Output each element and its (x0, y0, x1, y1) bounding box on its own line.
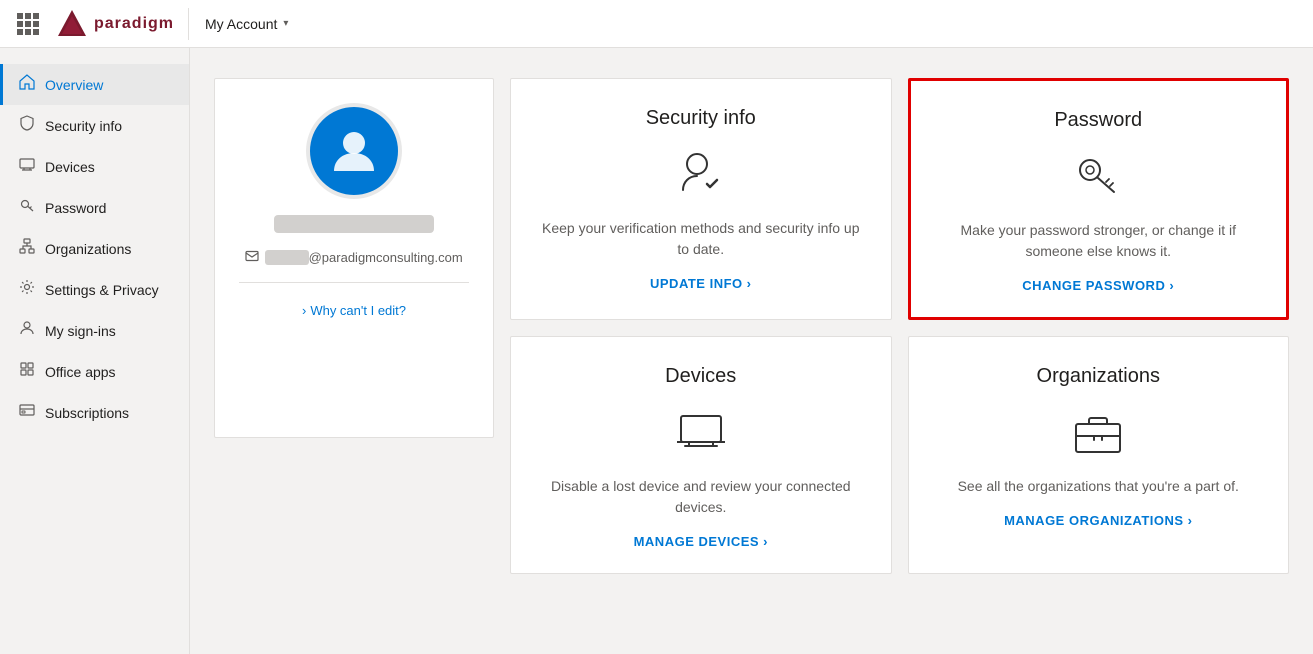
waffle-button[interactable] (12, 8, 44, 40)
sidebar-label-devices: Devices (45, 159, 95, 175)
card-password-icon-area (1070, 148, 1126, 204)
card-organizations-desc: See all the organizations that you're a … (958, 476, 1239, 497)
home-icon (19, 74, 35, 95)
sidebar-item-devices[interactable]: Devices (0, 146, 189, 187)
topbar: paradigm My Account ▾ (0, 0, 1313, 48)
card-password-title: Password (1054, 109, 1142, 132)
sidebar-label-overview: Overview (45, 77, 103, 93)
update-info-link[interactable]: UPDATE INFO › (650, 276, 752, 291)
sidebar-label-settings-privacy: Settings & Privacy (45, 282, 159, 298)
card-devices-title: Devices (665, 365, 736, 388)
settings-icon (19, 279, 35, 300)
manage-organizations-link[interactable]: MANAGE ORGANIZATIONS › (1004, 513, 1192, 528)
profile-card: @paradigmconsulting.com › Why can't I ed… (214, 78, 494, 438)
security-info-icon (675, 148, 727, 200)
sidebar-item-subscriptions[interactable]: Subscriptions (0, 392, 189, 433)
card-organizations-title: Organizations (1037, 365, 1160, 388)
avatar-icon (328, 125, 380, 177)
card-security-info-desc: Keep your verification methods and secur… (535, 218, 867, 260)
card-security-info-icon-area (673, 146, 729, 202)
sidebar-item-my-sign-ins[interactable]: My sign-ins (0, 310, 189, 351)
sidebar-label-organizations: Organizations (45, 241, 131, 257)
cards-grid: Security info Keep your verification met… (510, 78, 1289, 574)
waffle-icon (17, 13, 39, 35)
chevron-right-icon: › (302, 303, 306, 318)
laptop-icon (675, 406, 727, 458)
card-security-info: Security info Keep your verification met… (510, 78, 892, 320)
password-icon (19, 197, 35, 218)
manage-devices-link[interactable]: MANAGE DEVICES › (634, 534, 768, 549)
main-layout: Overview Security info Devices (0, 48, 1313, 654)
briefcase-icon (1072, 406, 1124, 458)
sidebar: Overview Security info Devices (0, 48, 190, 654)
chevron-right-icon: › (763, 534, 768, 549)
subscriptions-icon (19, 402, 35, 423)
card-devices-desc: Disable a lost device and review your co… (535, 476, 867, 518)
sidebar-item-security-info[interactable]: Security info (0, 105, 189, 146)
email-blurred-part (265, 250, 308, 265)
sidebar-label-security-info: Security info (45, 118, 122, 134)
sidebar-item-organizations[interactable]: Organizations (0, 228, 189, 269)
content-wrapper: @paradigmconsulting.com › Why can't I ed… (214, 78, 1289, 574)
sidebar-item-password[interactable]: Password (0, 187, 189, 228)
why-cant-edit-link[interactable]: › Why can't I edit? (302, 303, 406, 318)
change-password-link[interactable]: CHANGE PASSWORD › (1022, 278, 1174, 293)
card-password: Password Make your password stronger, or… (908, 78, 1290, 320)
profile-name (274, 215, 434, 233)
profile-divider (239, 282, 469, 283)
sidebar-item-overview[interactable]: Overview (0, 64, 189, 105)
office-icon (19, 361, 35, 382)
card-password-desc: Make your password stronger, or change i… (935, 220, 1263, 262)
card-devices-icon-area (673, 404, 729, 460)
chevron-right-icon: › (1169, 278, 1174, 293)
sidebar-label-password: Password (45, 200, 106, 216)
logo-container: paradigm (56, 8, 189, 40)
sidebar-label-subscriptions: Subscriptions (45, 405, 129, 421)
signin-icon (19, 320, 35, 341)
email-icon (245, 249, 259, 266)
profile-email: @paradigmconsulting.com (265, 250, 462, 265)
chevron-down-icon: ▾ (283, 18, 288, 29)
my-account-button[interactable]: My Account ▾ (205, 16, 288, 32)
main-content: @paradigmconsulting.com › Why can't I ed… (190, 48, 1313, 654)
avatar (306, 103, 402, 199)
sidebar-label-office-apps: Office apps (45, 364, 116, 380)
chevron-right-icon: › (1188, 513, 1193, 528)
shield-icon (19, 115, 35, 136)
sidebar-item-office-apps[interactable]: Office apps (0, 351, 189, 392)
card-security-info-title: Security info (646, 107, 756, 130)
my-account-label: My Account (205, 16, 277, 32)
sidebar-item-settings-privacy[interactable]: Settings & Privacy (0, 269, 189, 310)
paradigm-logo-icon (56, 8, 88, 40)
logo-text: paradigm (94, 15, 174, 33)
paradigm-logo: paradigm (56, 8, 174, 40)
card-devices: Devices Disable a lost device and review… (510, 336, 892, 574)
chevron-right-icon: › (747, 276, 752, 291)
devices-icon (19, 156, 35, 177)
sidebar-label-my-sign-ins: My sign-ins (45, 323, 116, 339)
card-organizations: Organizations See all the organizations … (908, 336, 1290, 574)
key-icon (1070, 148, 1126, 204)
profile-email-row: @paradigmconsulting.com (245, 249, 462, 266)
org-icon (19, 238, 35, 259)
card-organizations-icon-area (1070, 404, 1126, 460)
